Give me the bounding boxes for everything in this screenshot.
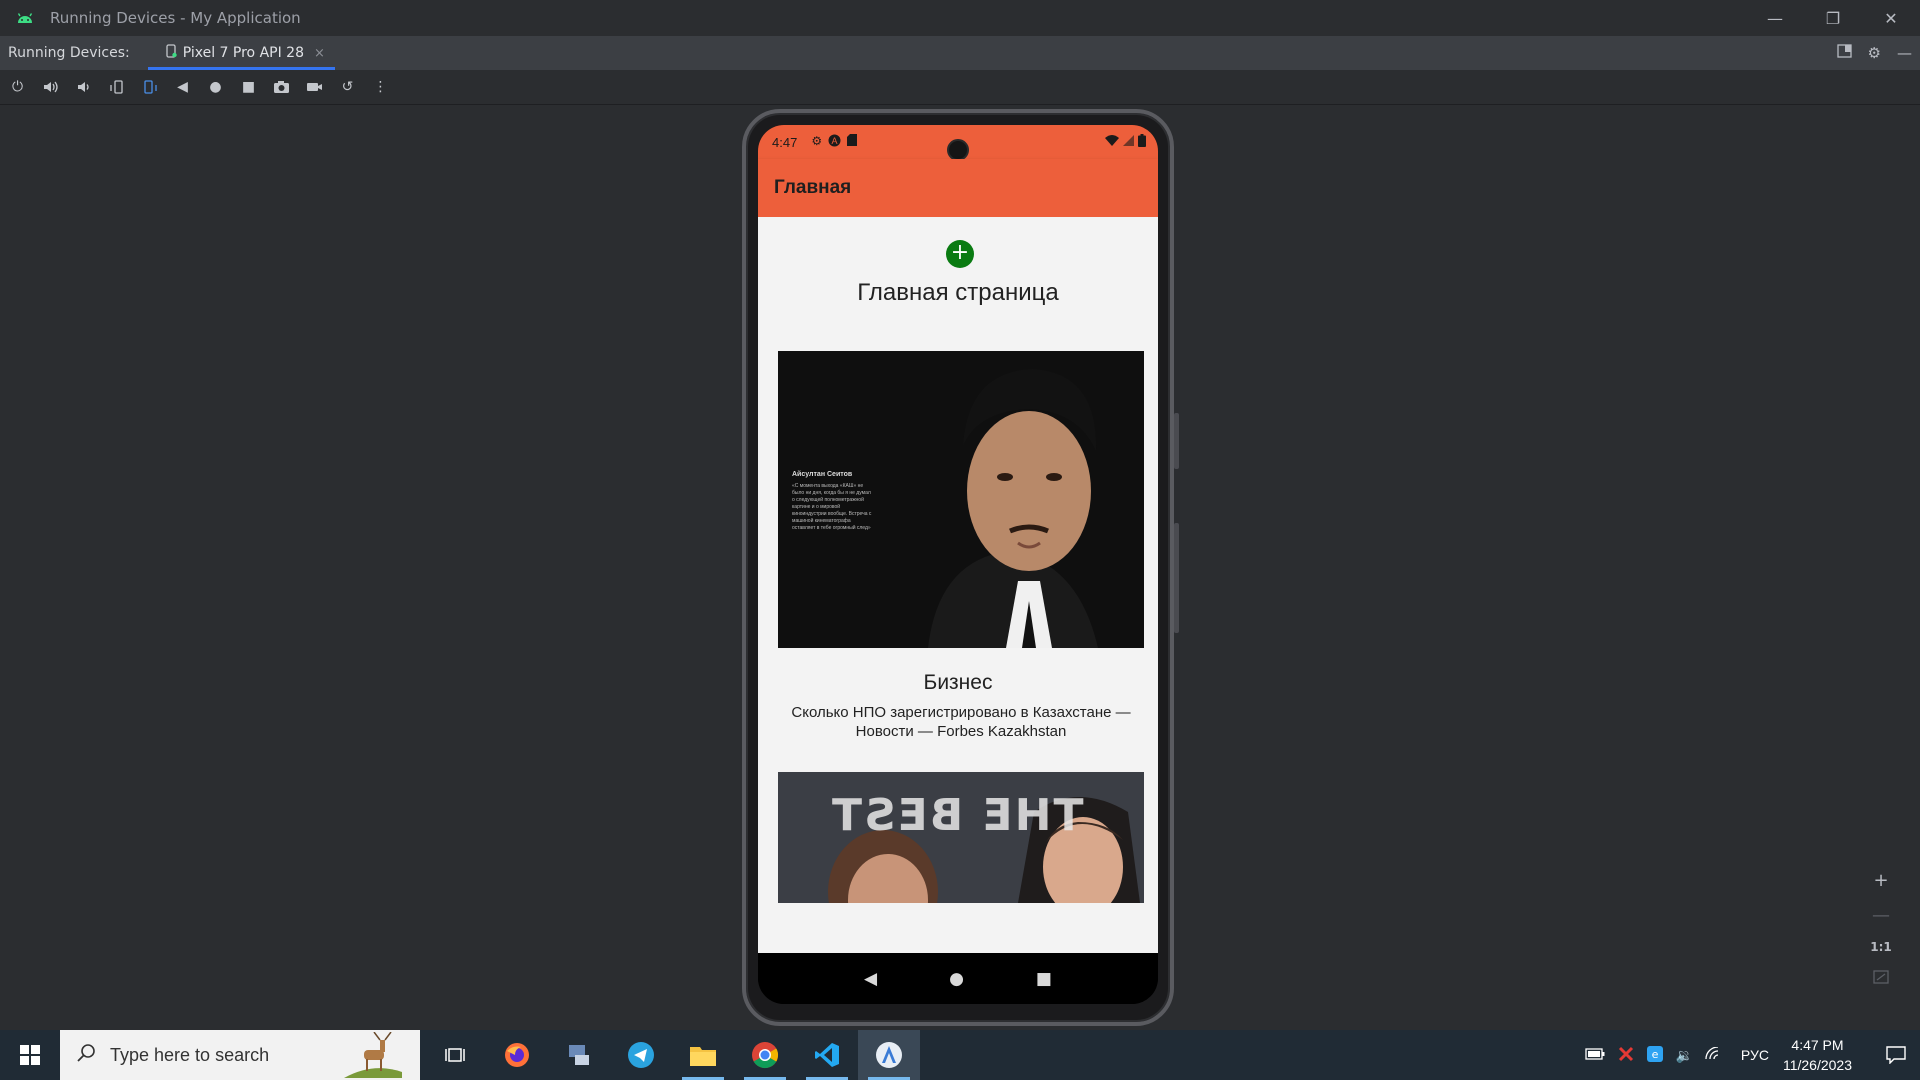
actual-size-button[interactable]: 1:1	[1870, 940, 1892, 954]
telegram-icon[interactable]	[610, 1030, 672, 1080]
zoom-toolbar: + — 1:1	[1866, 870, 1896, 989]
svg-text:e: e	[1652, 1048, 1659, 1061]
fit-screen-icon[interactable]	[1873, 968, 1889, 989]
svg-text:A: A	[832, 136, 838, 146]
app-bar-title: Главная	[774, 177, 852, 198]
rotate-right-icon[interactable]	[140, 78, 159, 97]
app-tray-icon[interactable]: e	[1647, 1045, 1664, 1065]
volume-down-icon[interactable]	[74, 78, 93, 97]
sd-card-icon	[847, 134, 858, 150]
window-titlebar: Running Devices - My Application — ❐ ✕	[0, 0, 1920, 36]
overview-icon[interactable]: ■	[239, 78, 258, 97]
device-icon	[166, 44, 177, 62]
firefox-icon[interactable]	[486, 1030, 548, 1080]
nav-home-icon[interactable]: ●	[949, 969, 964, 989]
camera-icon[interactable]	[272, 78, 291, 97]
status-time: 4:47	[772, 134, 798, 150]
nav-back-icon[interactable]: ◀	[864, 969, 877, 989]
a-notification-icon: A	[828, 134, 841, 150]
minimize-button[interactable]: —	[1746, 0, 1804, 36]
back-icon[interactable]: ◀	[173, 78, 192, 97]
notification-center-icon[interactable]	[1872, 1030, 1920, 1080]
search-icon	[76, 1043, 96, 1068]
image-caption-text: «С момента выхода «КАШ» не было ни дня, …	[792, 483, 872, 531]
network-app-icon[interactable]	[548, 1030, 610, 1080]
battery-icon	[1138, 134, 1146, 150]
device-volume-button[interactable]	[1174, 523, 1179, 633]
tab-close-icon[interactable]: ×	[314, 46, 325, 61]
image-caption-title: Айсултан Сеитов	[792, 471, 853, 478]
card-category: Бизнес	[923, 671, 993, 694]
task-view-icon[interactable]	[424, 1030, 486, 1080]
android-studio-icon	[0, 12, 50, 24]
android-nav-bar: ◀ ● ■	[758, 953, 1158, 1004]
windows-start-icon[interactable]	[0, 1030, 60, 1080]
video-camera-icon[interactable]	[305, 78, 324, 97]
zoom-out-button[interactable]: —	[1872, 905, 1890, 926]
system-tray: e 🔉 РУС 4:47 PM 11/26/2023	[1585, 1030, 1920, 1080]
wifi-tray-icon[interactable]	[1705, 1045, 1723, 1064]
clock-date: 11/26/2023	[1782, 1057, 1852, 1073]
hide-panel-icon[interactable]: —	[1897, 44, 1912, 62]
android-studio-taskbar-icon[interactable]	[858, 1030, 920, 1080]
emulator-toolbar: ⏻ ◀ ● ■ ↺ ⋮	[0, 70, 1920, 105]
windows-taskbar: Type here to search e 🔉 РУС 4:47 PM 11/2…	[0, 1030, 1920, 1080]
deer-search-highlight-icon	[344, 1031, 402, 1080]
battery-tray-icon[interactable]	[1585, 1047, 1605, 1063]
wifi-icon	[1105, 135, 1119, 149]
settings-notification-icon: ⚙	[811, 134, 823, 148]
file-explorer-icon[interactable]	[672, 1030, 734, 1080]
volume-up-icon[interactable]	[41, 78, 60, 97]
nav-recents-icon[interactable]: ■	[1036, 969, 1052, 989]
device-screen[interactable]: 4:47 ⚙ A Главная + Главная страница Айсу…	[758, 125, 1158, 1004]
cell-signal-icon	[1123, 135, 1134, 149]
volume-tray-icon[interactable]: 🔉	[1675, 1047, 1692, 1064]
news-image-awards[interactable]: THE BEST	[778, 772, 1144, 903]
reset-icon[interactable]: ↺	[338, 78, 357, 97]
gear-icon[interactable]: ⚙	[1868, 44, 1881, 62]
running-devices-label: Running Devices:	[8, 45, 130, 61]
image-text: THE BEST	[830, 790, 1084, 841]
search-placeholder: Type here to search	[110, 1044, 270, 1065]
device-power-button[interactable]	[1174, 413, 1179, 469]
device-frame: 4:47 ⚙ A Главная + Главная страница Айсу…	[742, 109, 1179, 1026]
chrome-icon[interactable]	[734, 1030, 796, 1080]
error-app-tray-icon[interactable]	[1617, 1045, 1635, 1066]
language-indicator[interactable]: РУС	[1741, 1047, 1769, 1063]
power-icon[interactable]: ⏻	[8, 78, 27, 97]
card-description[interactable]: Сколько НПО зарегистрировано в Казахстан…	[778, 703, 1144, 741]
vscode-icon[interactable]	[796, 1030, 858, 1080]
layout-icon[interactable]	[1836, 44, 1852, 62]
home-icon[interactable]: ●	[206, 78, 225, 97]
add-button[interactable]: +	[946, 240, 974, 268]
restore-button[interactable]: ❐	[1804, 0, 1862, 36]
more-options-icon[interactable]: ⋮	[371, 78, 390, 97]
window-title: Running Devices - My Application	[50, 9, 301, 27]
app-bar: Главная	[758, 159, 1158, 217]
clock-time: 4:47 PM	[1791, 1037, 1844, 1053]
zoom-in-button[interactable]: +	[1873, 870, 1888, 891]
front-camera	[947, 139, 969, 161]
tab-label: Pixel 7 Pro API 28	[182, 45, 304, 61]
news-image-portrait[interactable]: Айсултан Сеитов «С момента выхода «КАШ» …	[778, 351, 1144, 648]
tab-pixel-7-pro[interactable]: Pixel 7 Pro API 28 ×	[147, 36, 335, 70]
taskbar-search-box[interactable]: Type here to search	[60, 1030, 420, 1080]
close-button[interactable]: ✕	[1862, 0, 1920, 36]
running-devices-tabbar: Running Devices: Pixel 7 Pro API 28 × ⚙ …	[0, 36, 1920, 70]
page-heading: Главная страница	[857, 279, 1059, 306]
clock[interactable]: 4:47 PM 11/26/2023	[1783, 1035, 1852, 1075]
main-content[interactable]: + Главная страница Айсултан Сеитов «С мо…	[758, 217, 1158, 953]
rotate-left-icon[interactable]	[107, 78, 126, 97]
